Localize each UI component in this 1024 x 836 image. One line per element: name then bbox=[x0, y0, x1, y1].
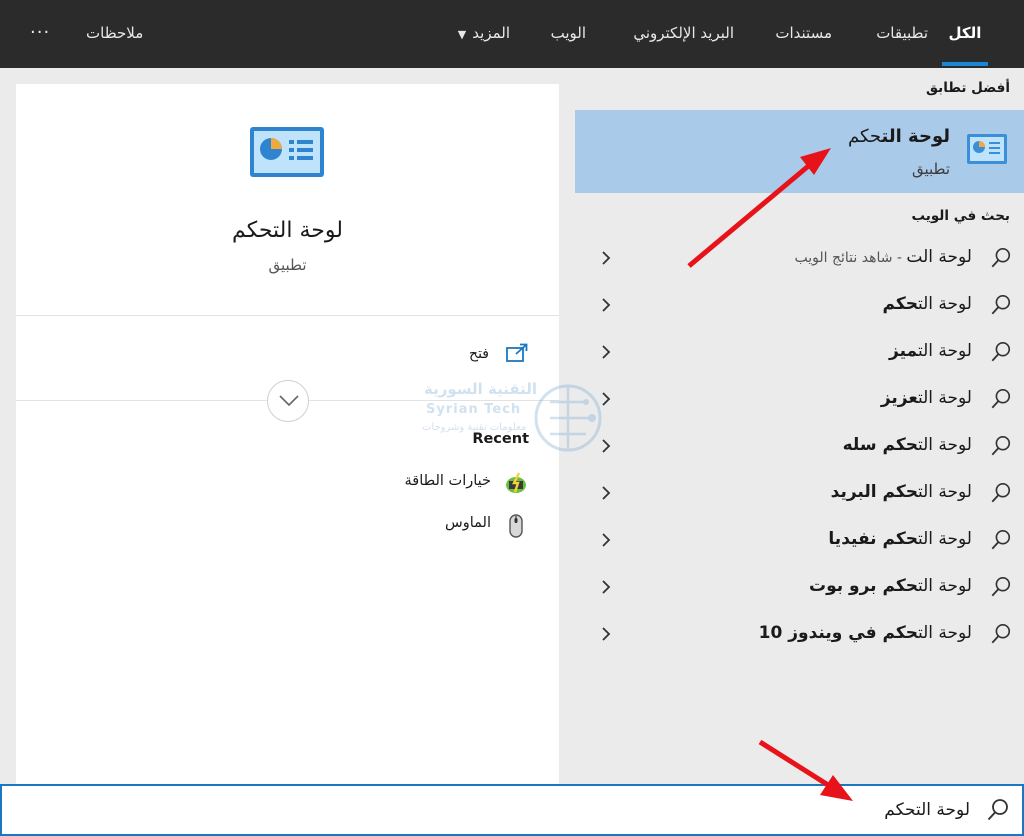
search-icon bbox=[991, 530, 1011, 550]
search-icon bbox=[991, 483, 1011, 503]
recent-item-mouse[interactable]: الماوس bbox=[309, 511, 529, 539]
mouse-icon bbox=[509, 514, 523, 538]
control-panel-large-icon bbox=[250, 127, 324, 177]
suggestion-completion: ميز bbox=[889, 341, 918, 361]
search-icon bbox=[991, 342, 1011, 362]
best-match-name: لوحة التحكم bbox=[848, 126, 950, 147]
more-options-icon[interactable]: ··· bbox=[30, 0, 50, 68]
syrian-tech-logo-icon bbox=[534, 384, 602, 452]
suggestion-completion: حكم البريد bbox=[830, 482, 918, 502]
tab-more-label: المزيد bbox=[472, 24, 510, 42]
best-match-name-rest: حكم bbox=[847, 126, 882, 147]
watermark-english: Syrian Tech bbox=[426, 402, 522, 417]
chevron-right-icon[interactable] bbox=[599, 484, 613, 502]
recent-item-label: خيارات الطاقة bbox=[404, 473, 491, 489]
suggestion-query: لوحة الت bbox=[906, 247, 972, 267]
web-suggestion-text: لوحة التحكم سله bbox=[843, 435, 972, 455]
suggestion-completion: عزيز bbox=[880, 388, 918, 408]
results-pane: أفضل تطابق لوحة التحكم تطبيق بحث في الوي… bbox=[575, 68, 1024, 784]
watermark: التقنية السورية Syrian Tech معلومات تقني… bbox=[418, 378, 618, 458]
web-suggestion-text: لوحة التحكم في ويندوز 10 bbox=[759, 623, 972, 643]
open-external-icon bbox=[506, 343, 528, 362]
web-suggestion-row[interactable]: لوحة التحكم bbox=[575, 282, 1024, 328]
web-suggestion-row[interactable]: لوحة التعزيز bbox=[575, 376, 1024, 422]
web-suggestion-text: لوحة التحكم البريد bbox=[831, 482, 972, 502]
web-suggestion-row[interactable]: لوحة الت - شاهد نتائج الويب bbox=[575, 235, 1024, 281]
search-scope-tabs: الكل تطبيقات مستندات البريد الإلكتروني ا… bbox=[0, 0, 1024, 68]
web-search-heading: بحث في الويب bbox=[911, 208, 1010, 224]
chevron-right-icon[interactable] bbox=[599, 625, 613, 643]
recent-item-label: الماوس bbox=[445, 515, 491, 531]
caret-down-icon: ▼ bbox=[457, 28, 467, 41]
chevron-down-icon bbox=[279, 395, 299, 407]
suggestion-query: لوحة الت bbox=[917, 529, 972, 549]
control-panel-icon bbox=[967, 134, 1007, 164]
divider bbox=[16, 315, 559, 316]
best-match-name-highlight: لوحة الت bbox=[881, 126, 950, 147]
open-action[interactable]: فتح bbox=[439, 342, 529, 368]
web-suggestion-row[interactable]: لوحة التحكم في ويندوز 10 bbox=[575, 611, 1024, 657]
chevron-right-icon[interactable] bbox=[599, 578, 613, 596]
suggestion-query: لوحة الت bbox=[917, 388, 972, 408]
best-match-type: تطبيق bbox=[911, 160, 950, 178]
web-suggestion-text: لوحة الت - شاهد نتائج الويب bbox=[794, 247, 972, 267]
suggestion-query: لوحة الت bbox=[917, 435, 972, 455]
web-suggestion-text: لوحة التميز bbox=[889, 341, 972, 361]
web-suggestion-row[interactable]: لوحة التحكم نفيديا bbox=[575, 517, 1024, 563]
tab-more-dropdown[interactable]: المزيد ▼ bbox=[458, 0, 510, 68]
web-suggestion-row[interactable]: لوحة التحكم سله bbox=[575, 423, 1024, 469]
web-suggestion-row[interactable]: لوحة التميز bbox=[575, 329, 1024, 375]
web-suggestion-row[interactable]: لوحة التحكم برو بوت bbox=[575, 564, 1024, 610]
tab-email[interactable]: البريد الإلكتروني bbox=[633, 0, 734, 68]
suggestion-completion: حكم سله bbox=[842, 435, 918, 455]
chevron-right-icon[interactable] bbox=[599, 343, 613, 361]
search-icon bbox=[987, 799, 1008, 821]
web-suggestion-text: لوحة التحكم نفيديا bbox=[828, 529, 972, 549]
suggestion-query: لوحة الت bbox=[917, 341, 972, 361]
preview-app-type: تطبيق bbox=[268, 256, 307, 274]
expand-button[interactable] bbox=[267, 380, 309, 422]
suggestion-query: لوحة الت bbox=[917, 294, 972, 314]
open-label: فتح bbox=[469, 346, 489, 362]
preview-app-name: لوحة التحكم bbox=[232, 218, 343, 243]
search-icon bbox=[991, 577, 1011, 597]
web-suggestion-text: لوحة التعزيز bbox=[881, 388, 972, 408]
suggestion-completion: حكم في ويندوز 10 bbox=[758, 623, 918, 643]
search-input[interactable] bbox=[70, 793, 970, 827]
search-icon bbox=[991, 389, 1011, 409]
tab-apps[interactable]: تطبيقات bbox=[876, 0, 928, 68]
suggestion-query: لوحة الت bbox=[917, 576, 972, 596]
suggestion-query: لوحة الت bbox=[917, 623, 972, 643]
search-icon bbox=[991, 248, 1011, 268]
suggestion-completion: حكم bbox=[882, 294, 918, 314]
best-match-heading: أفضل تطابق bbox=[925, 80, 1010, 96]
tab-all[interactable]: الكل bbox=[942, 0, 988, 68]
suggestion-completion: حكم برو بوت bbox=[809, 576, 918, 596]
feedback-button[interactable]: ملاحظات bbox=[86, 0, 143, 68]
suggestion-completion: حكم نفيديا bbox=[828, 529, 918, 549]
chevron-right-icon[interactable] bbox=[599, 249, 613, 267]
web-suggestion-row[interactable]: لوحة التحكم البريد bbox=[575, 470, 1024, 516]
chevron-right-icon[interactable] bbox=[599, 296, 613, 314]
web-suggestion-text: لوحة التحكم bbox=[882, 294, 972, 314]
search-box bbox=[0, 784, 1024, 836]
search-icon bbox=[991, 624, 1011, 644]
power-options-icon bbox=[506, 472, 526, 493]
web-suggestion-text: لوحة التحكم برو بوت bbox=[809, 576, 972, 596]
watermark-arabic: التقنية السورية bbox=[424, 380, 538, 398]
recent-item-power-options[interactable]: خيارات الطاقة bbox=[309, 469, 529, 497]
watermark-tagline: معلومات تقنية وشروحات bbox=[422, 422, 527, 433]
search-icon bbox=[991, 436, 1011, 456]
tab-documents[interactable]: مستندات bbox=[775, 0, 832, 68]
best-match-result[interactable]: لوحة التحكم تطبيق bbox=[575, 110, 1024, 193]
tab-web[interactable]: الويب bbox=[551, 0, 586, 68]
search-icon bbox=[991, 295, 1011, 315]
suggestion-query: لوحة الت bbox=[917, 482, 972, 502]
suggestion-hint: - شاهد نتائج الويب bbox=[794, 250, 907, 266]
chevron-right-icon[interactable] bbox=[599, 531, 613, 549]
